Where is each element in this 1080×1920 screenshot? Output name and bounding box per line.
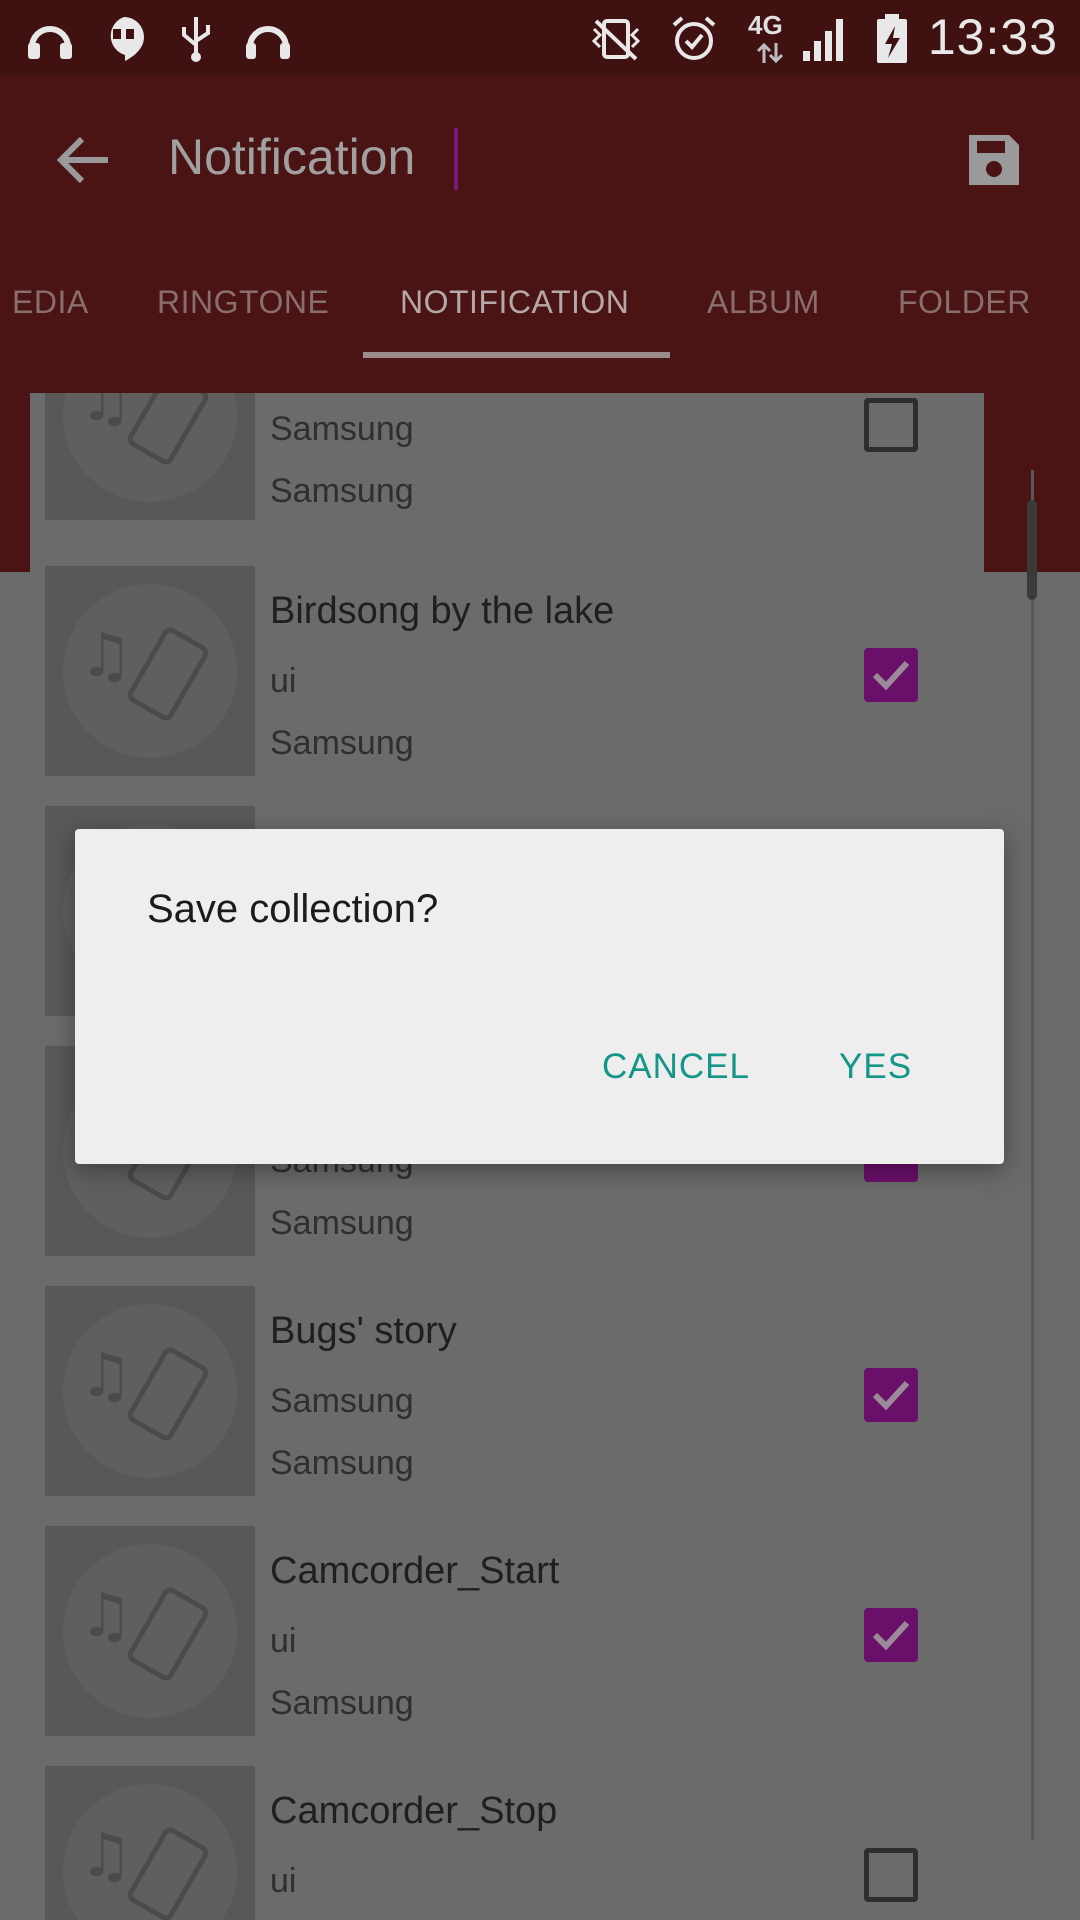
sound-thumbnail: ♫ <box>45 1286 255 1496</box>
sound-thumbnail: ♫ <box>45 566 255 776</box>
network-type-label: 4G <box>748 10 783 40</box>
tab-album[interactable]: ALBUM <box>707 284 820 321</box>
check-icon <box>872 1380 910 1411</box>
check-icon <box>872 660 910 691</box>
item-checkbox[interactable] <box>864 1848 918 1902</box>
dialog-title: Save collection? <box>147 887 439 931</box>
item-checkbox[interactable] <box>864 398 918 452</box>
tab-ringtone[interactable]: RINGTONE <box>157 284 329 321</box>
music-phone-icon: ♫ <box>79 1821 209 1920</box>
save-icon <box>969 135 1019 185</box>
item-artist: ui <box>270 1622 297 1660</box>
collection-name-input[interactable]: Notification <box>168 124 415 190</box>
music-phone-icon: ♫ <box>79 1341 209 1441</box>
save-collection-dialog: Save collection? CANCEL YES <box>75 829 1004 1164</box>
sound-thumbnail: ♫ <box>45 1526 255 1736</box>
back-arrow-icon <box>56 136 108 184</box>
sound-thumbnail: ♫ <box>45 1766 255 1920</box>
item-album: Samsung <box>270 1684 414 1722</box>
headphones-icon <box>24 14 76 64</box>
signal-icon <box>800 14 852 64</box>
item-checkbox[interactable] <box>864 648 918 702</box>
tab-folder[interactable]: FOLDER <box>898 284 1031 321</box>
back-button[interactable] <box>52 128 116 192</box>
svg-text:♫: ♫ <box>79 621 133 691</box>
item-title: Camcorder_Start <box>270 1550 560 1592</box>
item-checkbox[interactable] <box>864 1368 918 1422</box>
item-checkbox[interactable] <box>864 1608 918 1662</box>
svg-text:♫: ♫ <box>79 1341 133 1411</box>
battery-charging-icon <box>866 14 918 64</box>
item-artist: ui <box>270 662 297 700</box>
tab-indicator <box>363 352 670 358</box>
svg-text:♫: ♫ <box>79 1821 133 1891</box>
usb-icon <box>170 14 222 64</box>
item-artist: ui <box>270 1862 297 1900</box>
list-item[interactable]: ♫ Samsung Samsung <box>30 393 984 550</box>
item-album: Samsung <box>270 1444 414 1482</box>
vibrate-icon <box>590 14 642 64</box>
hangouts-icon <box>98 14 150 64</box>
svg-text:♫: ♫ <box>79 1581 133 1651</box>
sound-thumbnail: ♫ <box>45 393 255 520</box>
item-album: Samsung <box>270 472 414 510</box>
save-button[interactable] <box>962 128 1026 192</box>
music-phone-icon: ♫ <box>79 1581 209 1681</box>
alarm-icon <box>668 14 720 64</box>
cancel-button[interactable]: CANCEL <box>602 1047 750 1087</box>
status-bar: 4G 13:33 <box>0 0 1080 76</box>
tab-bar: EDIA RINGTONE NOTIFICATION ALBUM FOLDER <box>0 270 1080 360</box>
clock: 13:33 <box>927 9 1058 65</box>
item-album: Samsung <box>270 1204 414 1242</box>
headset-icon <box>242 14 294 64</box>
item-title: Bugs' story <box>270 1310 457 1352</box>
item-artist: Samsung <box>270 1382 414 1420</box>
tab-notification[interactable]: NOTIFICATION <box>400 284 629 321</box>
list-item[interactable]: ♫ Birdsong by the lake ui Samsung <box>30 566 984 806</box>
scrollbar-thumb[interactable] <box>1027 500 1037 600</box>
list-item[interactable]: ♫ Camcorder_Start ui Samsung <box>30 1526 984 1766</box>
text-cursor <box>454 128 458 190</box>
data-arrows-icon <box>744 40 796 66</box>
scroll-track[interactable] <box>1031 470 1034 1840</box>
music-phone-icon: ♫ <box>79 621 209 721</box>
tab-media[interactable]: EDIA <box>12 284 89 321</box>
list-item[interactable]: ♫ Camcorder_Stop ui <box>30 1766 984 1920</box>
item-title: Camcorder_Stop <box>270 1790 558 1832</box>
check-icon <box>872 1620 910 1651</box>
music-phone-icon: ♫ <box>79 393 209 465</box>
item-title: Birdsong by the lake <box>270 590 615 632</box>
svg-text:♫: ♫ <box>79 393 133 435</box>
yes-button[interactable]: YES <box>839 1047 912 1087</box>
list-item[interactable]: ♫ Bugs' story Samsung Samsung <box>30 1286 984 1526</box>
item-album: Samsung <box>270 724 414 762</box>
item-artist: Samsung <box>270 410 414 448</box>
